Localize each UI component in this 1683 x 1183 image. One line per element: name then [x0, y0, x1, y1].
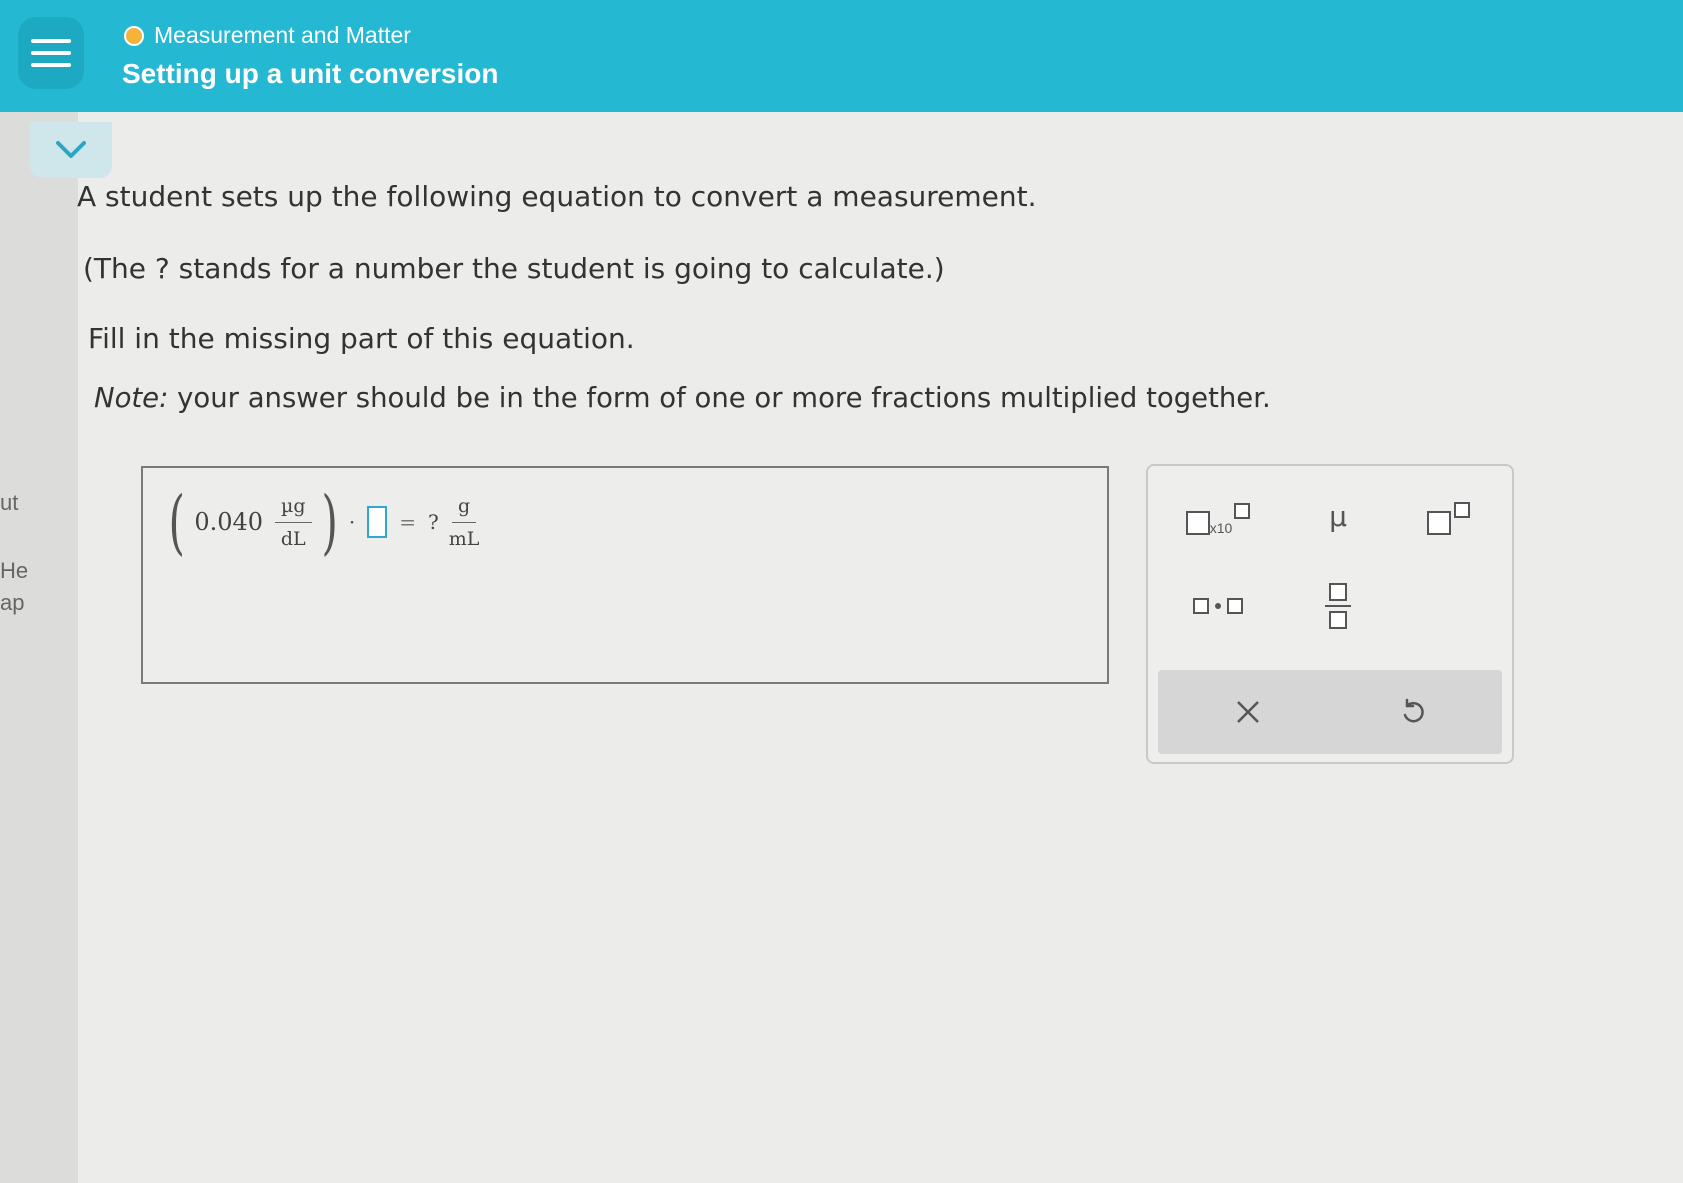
result-unit-numerator: g — [451, 495, 477, 523]
clear-button[interactable] — [1198, 682, 1298, 742]
left-paren: ( — [168, 481, 185, 563]
superscript-button[interactable] — [1408, 486, 1488, 546]
given-unit-numerator: µg — [275, 495, 312, 523]
conversion-equation: ( 0.040 µg dL ) · = ? g mL — [163, 484, 483, 560]
multiply-dot-button[interactable] — [1168, 576, 1268, 636]
top-header: Measurement and Matter Setting up a unit… — [0, 0, 1683, 112]
question-note: Note: your answer should be in the form … — [94, 382, 1271, 414]
result-unit-denominator: mL — [448, 527, 480, 550]
result-unit-fraction: g mL — [449, 495, 480, 550]
left-box-icon — [1193, 598, 1209, 614]
equals-sign: = — [399, 510, 416, 534]
answer-area[interactable]: ( 0.040 µg dL ) · = ? g mL — [141, 466, 1109, 684]
menu-icon-bar — [31, 39, 71, 43]
right-paren: ) — [321, 481, 338, 563]
denominator-box-icon — [1329, 611, 1347, 629]
menu-icon-bar — [31, 63, 71, 67]
palette-actions — [1158, 670, 1502, 754]
placeholder-box-icon — [1185, 511, 1210, 535]
math-palette: x10 µ — [1146, 464, 1514, 764]
question-instruction: Fill in the missing part of this equatio… — [88, 322, 635, 355]
question-text: A student sets up the following equation… — [77, 180, 1037, 213]
close-icon — [1237, 701, 1259, 723]
note-label: Note: — [94, 382, 169, 414]
fraction-button[interactable] — [1298, 571, 1378, 641]
numerator-box-icon — [1329, 583, 1347, 601]
undo-icon — [1403, 698, 1424, 723]
base-box-icon — [1426, 511, 1451, 535]
undo-button[interactable] — [1363, 682, 1463, 742]
answer-input-slot[interactable] — [367, 506, 388, 538]
exponent-box-icon — [1453, 502, 1470, 518]
menu-button[interactable] — [18, 17, 84, 89]
sci-notation-button[interactable]: x10 — [1168, 486, 1268, 546]
edge-fragment: ap — [0, 590, 25, 615]
collapse-toggle[interactable] — [30, 122, 112, 178]
progress-dot-icon — [124, 25, 144, 46]
topic-label: Measurement and Matter — [154, 22, 411, 48]
note-text: your answer should be in the form of one… — [168, 382, 1271, 414]
x10-label: x10 — [1209, 520, 1233, 536]
chevron-down-icon — [56, 141, 86, 158]
left-side-panel: ut He ap — [0, 112, 80, 1183]
page-title: Setting up a unit conversion — [122, 58, 499, 89]
right-box-icon — [1227, 598, 1243, 614]
fraction-bar-icon — [1325, 605, 1351, 607]
menu-icon-bar — [31, 51, 71, 55]
multiply-dot: · — [348, 510, 356, 534]
edge-fragment: He — [0, 558, 29, 583]
given-value: 0.040 — [194, 508, 264, 536]
edge-fragment: ut — [0, 490, 19, 515]
question-hint: (The ? stands for a number the student i… — [83, 252, 945, 285]
given-unit-fraction: µg dL — [275, 495, 312, 550]
unknown-value: ? — [427, 510, 439, 534]
given-unit-denominator: dL — [280, 527, 306, 550]
micro-symbol-button[interactable]: µ — [1298, 486, 1378, 546]
exponent-box-icon — [1234, 503, 1251, 519]
dot-icon — [1215, 603, 1221, 609]
topic-row: Measurement and Matter — [124, 22, 411, 49]
